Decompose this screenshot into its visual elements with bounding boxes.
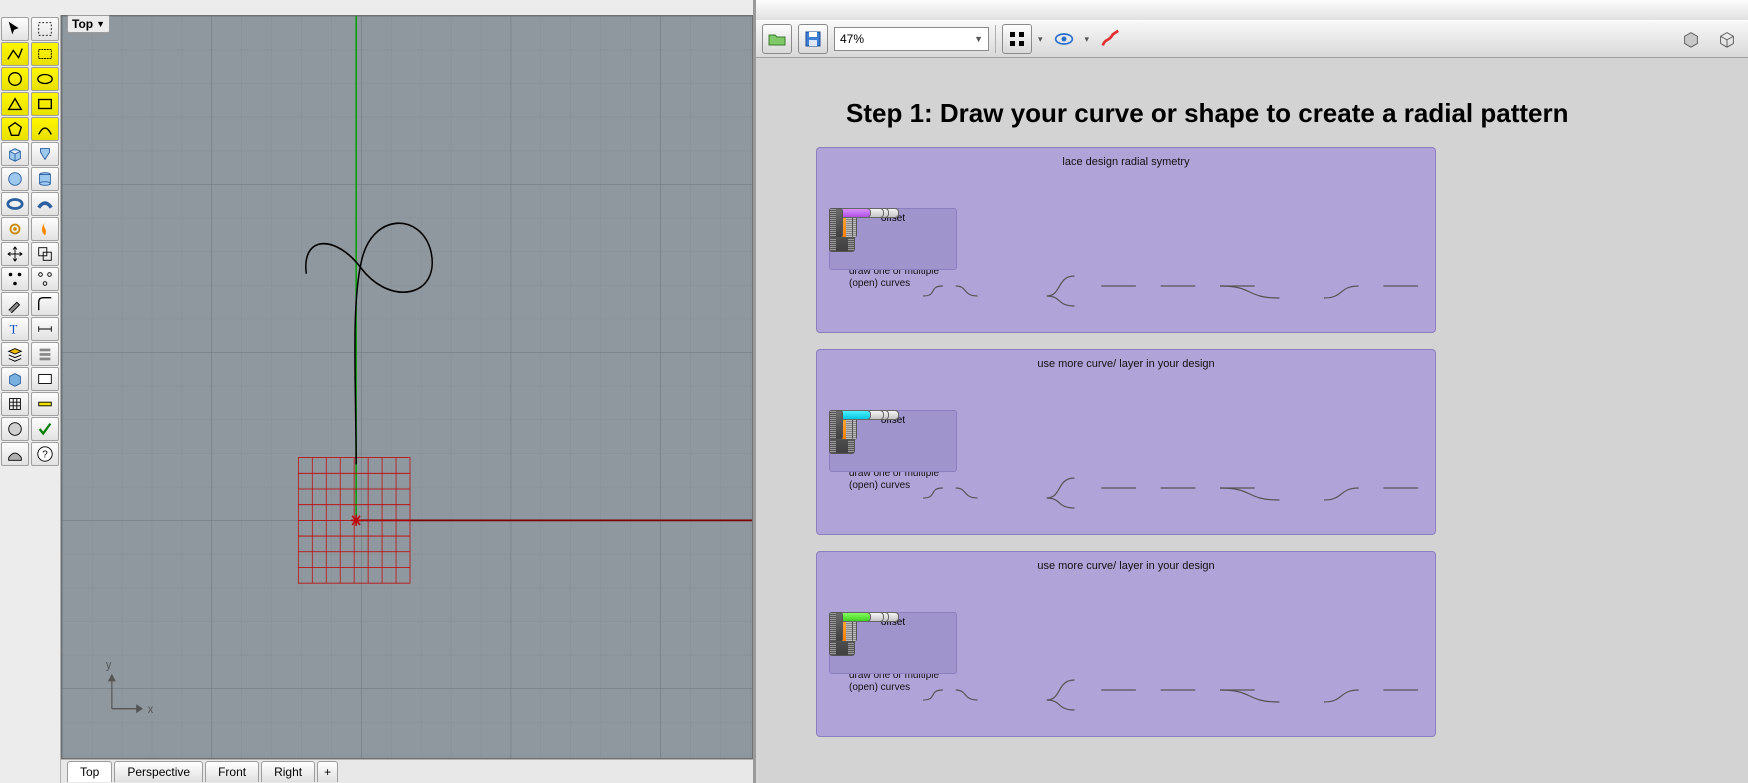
gh-tabarea [756,0,1748,20]
gh-component[interactable] [829,612,843,642]
rhino-body: T ? Top ▼ [0,15,753,783]
gh-component[interactable] [829,410,843,440]
gh-canvas[interactable]: Step 1: Draw your curve or shape to crea… [756,58,1748,783]
tool-polygon[interactable] [1,117,29,141]
cluster-container: lace design radial symetry draw one or m… [816,147,1728,737]
rhino-panel: T ? Top ▼ [0,0,753,783]
tool-pointer[interactable] [1,17,29,41]
viewport-wrap: Top ▼ [61,15,753,783]
tool-cylinder[interactable] [31,167,59,191]
chevron-down-icon: ▼ [96,19,105,29]
gh-toolbar: 47% ▼ ▾ ▾ [756,20,1748,58]
sketch-button[interactable] [1095,24,1125,54]
view-tabs: Top Perspective Front Right + [61,759,753,783]
tool-pipe[interactable] [31,192,59,216]
tool-info[interactable] [31,367,59,391]
cluster-graph: draw one or multiple (open) curves [829,410,1423,520]
tool-points-off[interactable] [31,267,59,291]
tool-rectangle[interactable] [31,92,59,116]
tool-triangle[interactable] [1,92,29,116]
tool-check[interactable] [31,417,59,441]
step-title: Step 1: Draw your curve or shape to crea… [846,98,1728,129]
tool-gear[interactable] [1,217,29,241]
tool-lasso[interactable] [31,17,59,41]
rhino-toolbox: T ? [0,15,61,783]
tool-flame[interactable] [31,217,59,241]
tool-arc[interactable] [31,117,59,141]
wire-preview-button[interactable] [1712,24,1742,54]
gh-cluster[interactable]: lace design radial symetry draw one or m… [816,147,1436,333]
viewport-title[interactable]: Top ▼ [67,15,110,33]
gh-cluster[interactable]: use more curve/ layer in your design dra… [816,551,1436,737]
gh-component[interactable] [829,208,843,238]
rhino-menubar [0,0,753,15]
viewport-label: Top [72,17,93,31]
cluster-title: use more curve/ layer in your design [829,560,1423,572]
tool-box[interactable] [1,142,29,166]
zoom-combo[interactable]: 47% ▼ [834,27,989,51]
grasshopper-panel: 47% ▼ ▾ ▾ Step 1: Draw your curve or sha… [753,0,1748,783]
cluster-title: use more curve/ layer in your design [829,358,1423,370]
tool-render[interactable] [1,417,29,441]
tab-add[interactable]: + [317,761,338,782]
tool-block[interactable] [1,367,29,391]
cluster-title: lace design radial symetry [829,156,1423,168]
separator [995,25,996,53]
tool-points-on[interactable] [1,267,29,291]
tab-front[interactable]: Front [205,761,259,782]
cluster-graph: draw one or multiple (open) curves [829,208,1423,318]
tab-perspective[interactable]: Perspective [114,761,203,782]
zoom-extents-button[interactable] [1002,24,1032,54]
save-button[interactable] [798,24,828,54]
tool-copy[interactable] [31,242,59,266]
tool-rectselect[interactable] [31,42,59,66]
tool-extrude[interactable] [31,142,59,166]
svg-text:T: T [10,323,18,337]
tool-units[interactable] [31,392,59,416]
svg-text:?: ? [42,450,48,461]
tool-help[interactable]: ? [31,442,59,466]
tool-dimension[interactable] [31,317,59,341]
tool-knife[interactable] [1,292,29,316]
chevron-down-icon: ▼ [974,34,983,44]
tab-right[interactable]: Right [261,761,315,782]
axis-y-label: y [106,658,112,672]
tool-surface[interactable] [1,442,29,466]
tool-torus[interactable] [1,192,29,216]
shaded-preview-button[interactable] [1676,24,1706,54]
tool-sphere[interactable] [1,167,29,191]
open-button[interactable] [762,24,792,54]
tool-stack[interactable] [31,342,59,366]
tool-move[interactable] [1,242,29,266]
tool-circle[interactable] [1,67,29,91]
axis-x-label: x [148,703,154,717]
tool-grid[interactable] [1,392,29,416]
tool-text[interactable]: T [1,317,29,341]
tool-fillet[interactable] [31,292,59,316]
tool-ellipse[interactable] [31,67,59,91]
tool-polyline[interactable] [1,42,29,66]
zoom-value: 47% [840,32,864,46]
tool-layers[interactable] [1,342,29,366]
preview-button[interactable] [1049,24,1079,54]
gh-cluster[interactable]: use more curve/ layer in your design dra… [816,349,1436,535]
dropdown-icon[interactable]: ▾ [1085,34,1090,45]
dropdown-icon[interactable]: ▾ [1038,34,1043,45]
viewport[interactable]: x y [61,15,753,759]
cluster-graph: draw one or multiple (open) curves [829,612,1423,722]
tab-top[interactable]: Top [67,761,112,782]
